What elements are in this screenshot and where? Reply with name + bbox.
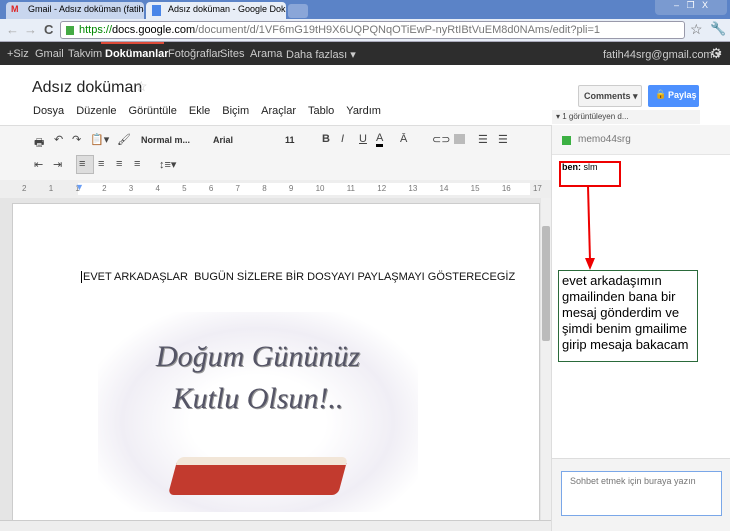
lock-icon: 🔒 — [655, 89, 667, 99]
menu-dosya[interactable]: Dosya — [33, 105, 64, 117]
window-controls[interactable]: – ❐ X — [655, 0, 727, 15]
bold-button[interactable]: B — [322, 133, 330, 145]
bullet-list-icon[interactable]: ☰ — [498, 133, 508, 146]
chat-header: memo44srg — [552, 125, 730, 155]
menu-araclar[interactable]: Araçlar — [261, 105, 296, 117]
ruler-ticks: 2 1 1 2 3 4 5 6 7 8 9 10 11 12 13 14 15 16 17 — [22, 184, 542, 193]
star-icon[interactable]: ☆ — [135, 78, 148, 95]
gbar-more[interactable]: Daha fazlası ▾ — [286, 48, 356, 61]
justify-button[interactable]: ≡ — [134, 158, 140, 170]
annotation-highlight-box — [559, 161, 621, 187]
menu-duzenle[interactable]: Düzenle — [76, 105, 116, 117]
menu-goruntule[interactable]: Görüntüle — [129, 105, 177, 117]
align-right-button[interactable]: ≡ — [116, 158, 122, 170]
google-bar: +Siz Gmail Takvim Dokümanlar Fotoğraflar… — [0, 42, 730, 65]
chat-input[interactable] — [561, 471, 722, 516]
chat-user: memo44srg — [578, 134, 631, 145]
menu-yardim[interactable]: Yardım — [346, 105, 381, 117]
indent-marker[interactable]: ▼ — [75, 182, 84, 192]
print-icon[interactable]: 🖶 — [34, 134, 44, 153]
gbar-calendar[interactable]: Takvim — [68, 48, 102, 60]
align-left-button[interactable]: ≡ — [76, 155, 94, 174]
comments-button[interactable]: Comments ▾ — [578, 85, 642, 107]
wrench-icon[interactable]: 🔧 — [710, 21, 726, 37]
paste-icon[interactable]: 📋▾ — [90, 133, 109, 146]
tab-docs[interactable]: Adsız doküman - Google Dokün — [146, 2, 286, 19]
paint-format-icon[interactable]: 🖌 — [117, 133, 131, 146]
document-canvas: EVET ARKADAŞLAR BUGÜN SİZLERE BİR DOSYAY… — [0, 198, 541, 523]
viewers-dropdown[interactable]: ▾ 1 görüntüleyen d... — [552, 110, 700, 124]
menu-bar: Dosya Düzenle Görüntüle Ekle Biçim Araçl… — [33, 105, 381, 117]
italic-button[interactable]: I — [341, 133, 344, 145]
gbar-sites[interactable]: Sites — [220, 48, 244, 60]
docs-icon — [152, 5, 161, 16]
tab-gmail[interactable]: M Gmail - Adsız doküman (fatih4 — [6, 2, 144, 19]
underline-button[interactable]: U — [359, 133, 367, 145]
new-tab-button[interactable] — [288, 4, 308, 18]
menu-ekle[interactable]: Ekle — [189, 105, 210, 117]
active-indicator — [101, 42, 164, 44]
redo-icon[interactable]: ↷ — [72, 133, 81, 146]
size-select[interactable]: 11 — [285, 135, 295, 145]
document-page[interactable]: EVET ARKADAŞLAR BUGÜN SİZLERE BİR DOSYAY… — [12, 203, 540, 523]
birthday-image[interactable]: Doğum Gününüz Kutlu Olsun!.. — [98, 312, 418, 512]
toolbar: 🖶 ↶ ↷ 📋▾ 🖌 Normal m... Arial 11 B I U A … — [0, 125, 551, 180]
user-color-swatch — [562, 136, 571, 145]
doc-header: Adsız doküman ☆ Dosya Düzenle Görüntüle … — [0, 65, 551, 125]
horizontal-scrollbar[interactable] — [0, 520, 551, 531]
numbered-list-icon[interactable]: ☰ — [478, 133, 488, 146]
increase-indent-icon[interactable]: ⇥ — [53, 158, 62, 171]
tab-bar: M Gmail - Adsız doküman (fatih4 Adsız dok… — [0, 0, 730, 19]
doc-title[interactable]: Adsız doküman — [32, 79, 142, 97]
back-icon[interactable]: ← — [6, 22, 19, 37]
star-icon[interactable]: ☆ — [690, 21, 703, 38]
highlight-button[interactable]: Ā — [400, 133, 407, 145]
decrease-indent-icon[interactable]: ⇤ — [34, 158, 43, 171]
account-menu[interactable]: fatih44srg@gmail.com ▾ — [603, 48, 721, 61]
address-bar-row: ← → C https://docs.google.com/document/d… — [0, 19, 730, 42]
gbar-gmail[interactable]: Gmail — [35, 48, 64, 60]
gbar-docs[interactable]: Dokümanlar — [105, 48, 169, 60]
gbar-search[interactable]: Arama — [250, 48, 282, 60]
annotation-arrow — [585, 186, 595, 270]
gear-icon[interactable]: ⚙ — [710, 45, 723, 62]
gbar-plus[interactable]: +Siz — [7, 48, 29, 60]
body-text[interactable]: EVET ARKADAŞLAR BUGÜN SİZLERE BİR DOSYAY… — [81, 271, 515, 283]
align-center-button[interactable]: ≡ — [98, 158, 104, 170]
url-input[interactable]: https://docs.google.com/document/d/1VF6m… — [60, 21, 685, 39]
ruler[interactable]: 2 1 1 2 3 4 5 6 7 8 9 10 11 12 13 14 15 16 17 ▼ — [0, 180, 551, 198]
text-color-button[interactable]: A — [376, 132, 384, 147]
link-icon[interactable]: ⊂⊃ — [432, 133, 450, 146]
scroll-thumb[interactable] — [542, 226, 550, 341]
line-spacing-icon[interactable]: ↕≡▾ — [159, 158, 176, 171]
cake — [167, 457, 349, 495]
gmail-icon: M — [11, 4, 19, 14]
reload-icon[interactable]: C — [44, 22, 53, 37]
image-icon[interactable] — [454, 134, 465, 144]
gbar-photos[interactable]: Fotoğraflar — [168, 48, 221, 60]
annotation-note: evet arkadaşımın gmailinden bana bir mes… — [558, 270, 698, 362]
menu-tablo[interactable]: Tablo — [308, 105, 334, 117]
menu-bicim[interactable]: Biçim — [222, 105, 249, 117]
undo-icon[interactable]: ↶ — [54, 133, 63, 146]
style-select[interactable]: Normal m... — [141, 135, 190, 145]
lock-icon — [66, 26, 74, 35]
vertical-scrollbar[interactable] — [541, 198, 551, 520]
forward-icon[interactable]: → — [24, 22, 37, 37]
share-button[interactable]: 🔒 Paylaş — [648, 85, 699, 107]
font-select[interactable]: Arial — [213, 135, 233, 145]
